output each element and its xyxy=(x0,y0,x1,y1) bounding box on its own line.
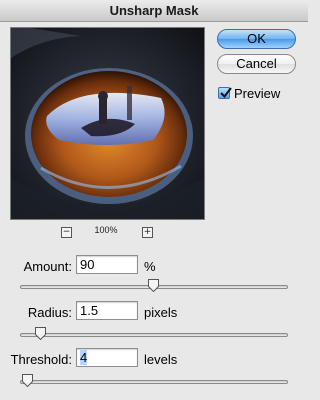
radius-unit: pixels xyxy=(144,305,178,320)
threshold-value: 4 xyxy=(80,350,88,365)
radius-slider-track[interactable] xyxy=(20,333,288,337)
eye-photo xyxy=(11,28,204,219)
preview-label[interactable]: Preview xyxy=(234,86,280,101)
threshold-slider-track[interactable] xyxy=(20,380,288,384)
zoom-out-button[interactable]: − xyxy=(61,227,72,238)
amount-slider-thumb[interactable] xyxy=(147,279,159,292)
amount-field[interactable]: 90 xyxy=(76,255,138,274)
preview-checkbox[interactable] xyxy=(218,87,232,99)
amount-label: Amount: xyxy=(23,259,72,274)
zoom-level: 100% xyxy=(94,225,118,235)
checkmark-icon xyxy=(220,87,232,99)
amount-unit: % xyxy=(144,259,156,274)
radius-label: Radius: xyxy=(27,305,72,320)
threshold-field[interactable]: 4 xyxy=(76,348,138,367)
ok-button[interactable]: OK xyxy=(217,29,296,49)
cancel-button[interactable]: Cancel xyxy=(217,54,296,74)
radius-slider-thumb[interactable] xyxy=(35,327,47,340)
threshold-unit: levels xyxy=(144,352,178,367)
zoom-in-button[interactable]: + xyxy=(142,227,153,238)
threshold-slider-thumb[interactable] xyxy=(21,374,33,387)
preview-image[interactable] xyxy=(10,27,205,220)
window-title: Unsharp Mask xyxy=(0,0,308,22)
radius-field[interactable]: 1.5 xyxy=(76,301,138,320)
threshold-label: Threshold: xyxy=(10,352,72,367)
